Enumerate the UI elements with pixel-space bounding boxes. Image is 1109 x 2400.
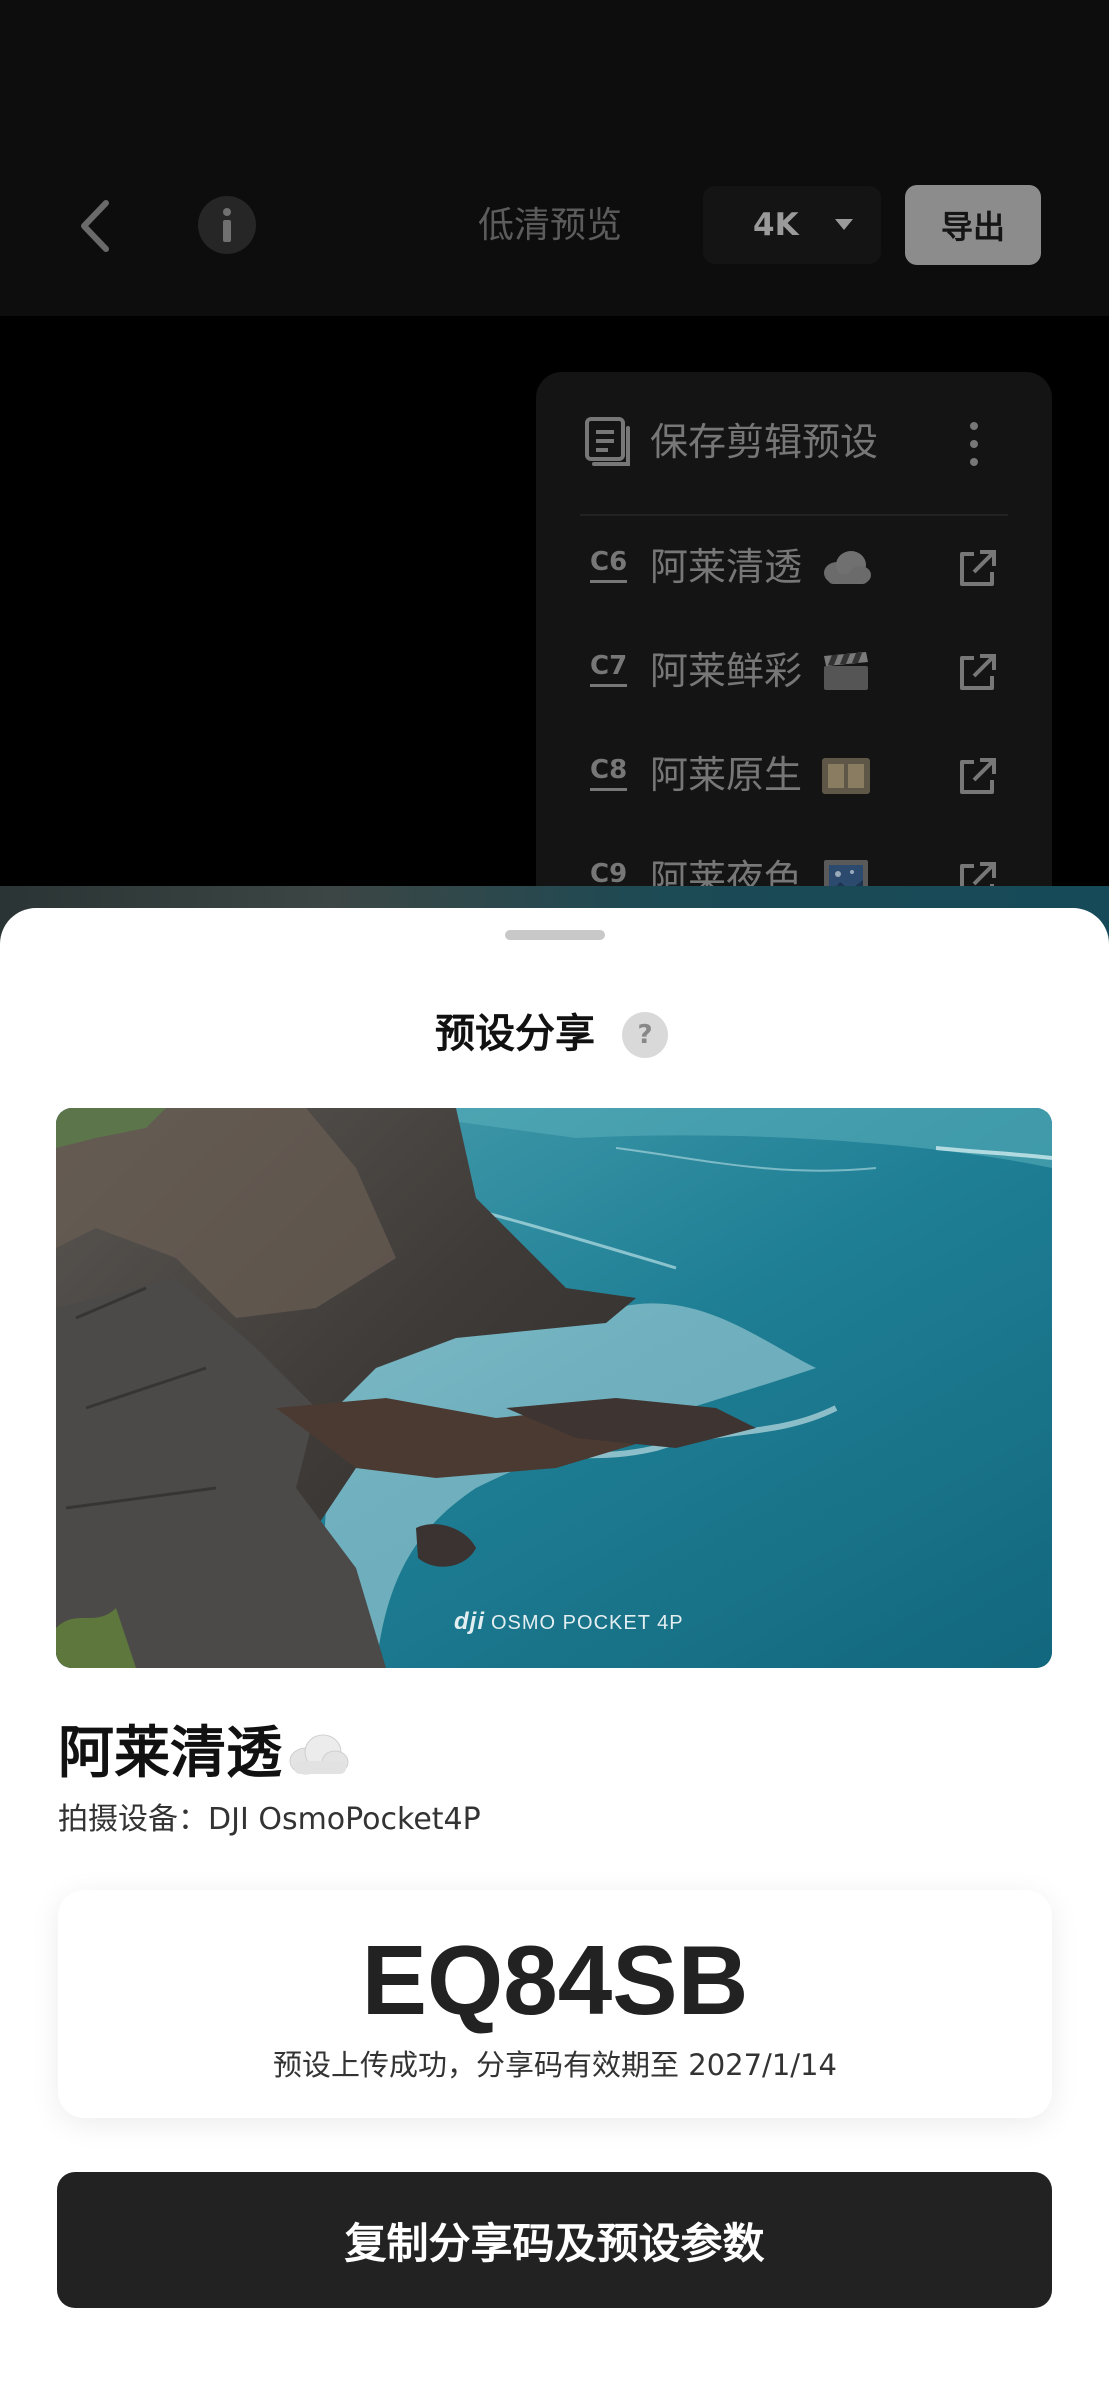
preset-item-c6[interactable]: C6 阿莱清透	[536, 516, 1052, 616]
share-code-card: EQ84SB 预设上传成功，分享码有效期至 2027/1/14	[58, 1890, 1052, 2118]
external-share-icon[interactable]	[956, 548, 998, 590]
cloud-icon	[289, 1734, 349, 1775]
preset-code: C8	[590, 752, 628, 791]
preset-preview-photo: dji OSMO POCKET 4P	[56, 1108, 1052, 1668]
preset-code: C6	[590, 544, 628, 583]
back-button[interactable]	[70, 196, 120, 256]
resolution-value: 4K	[753, 207, 799, 243]
info-icon	[223, 208, 231, 242]
preview-quality-label: 低清预览	[477, 205, 622, 246]
coastal-cliff-image	[56, 1108, 1052, 1668]
preset-name: 阿莱清透	[650, 545, 803, 589]
preset-item-c7[interactable]: C7 阿莱鲜彩	[536, 620, 1052, 720]
save-preset-icon[interactable]	[584, 416, 632, 468]
preset-name: 阿莱鲜彩	[650, 649, 803, 693]
cloud-icon	[824, 551, 871, 584]
preset-name-row: 阿莱清透	[58, 1714, 350, 1794]
external-share-icon[interactable]	[956, 652, 998, 694]
preset-title: 阿莱清透	[58, 1721, 282, 1786]
resolution-dropdown[interactable]: 4K	[703, 186, 881, 264]
sheet-drag-handle[interactable]	[505, 930, 605, 940]
watermark-brand: dji	[454, 1608, 485, 1635]
preset-menu-header: 保存剪辑预设	[536, 372, 1052, 514]
watermark-model: OSMO POCKET 4P	[491, 1612, 684, 1634]
camera-watermark: dji OSMO POCKET 4P	[454, 1608, 684, 1636]
clapper-board-icon	[824, 652, 868, 690]
preset-code: C7	[590, 648, 628, 687]
caret-down-icon	[835, 219, 853, 230]
info-button[interactable]	[198, 196, 256, 254]
preset-item-c8[interactable]: C8 阿莱原生	[536, 724, 1052, 824]
share-code-validity-note: 预设上传成功，分享码有效期至 2027/1/14	[273, 2048, 837, 2082]
preset-name: 阿莱原生	[650, 753, 803, 797]
capture-device-label: 拍摄设备：DJI OsmoPocket4P	[58, 1802, 481, 1837]
external-share-icon[interactable]	[956, 756, 998, 798]
export-button[interactable]: 导出	[905, 185, 1041, 265]
top-bar: 低清预览 4K 导出	[0, 0, 1109, 316]
preset-menu: 保存剪辑预设 C6 阿莱清透 C7 阿莱鲜彩 C8 阿莱原生 C9 阿莱夜色	[536, 372, 1052, 932]
save-preset-label[interactable]: 保存剪辑预设	[650, 414, 878, 470]
more-vertical-icon[interactable]	[964, 422, 984, 466]
copy-share-code-button[interactable]: 复制分享码及预设参数	[57, 2172, 1052, 2308]
sheet-title: 预设分享	[435, 1011, 595, 1057]
help-icon[interactable]: ?	[622, 1012, 668, 1058]
share-code[interactable]: EQ84SB	[58, 1920, 1052, 2040]
preset-share-sheet: 预设分享 ? dji OSMO POCKET 4P 阿莱清透 拍摄设备：DJI …	[0, 908, 1109, 2400]
film-frames-icon	[822, 758, 870, 794]
chevron-left-icon	[81, 200, 109, 252]
